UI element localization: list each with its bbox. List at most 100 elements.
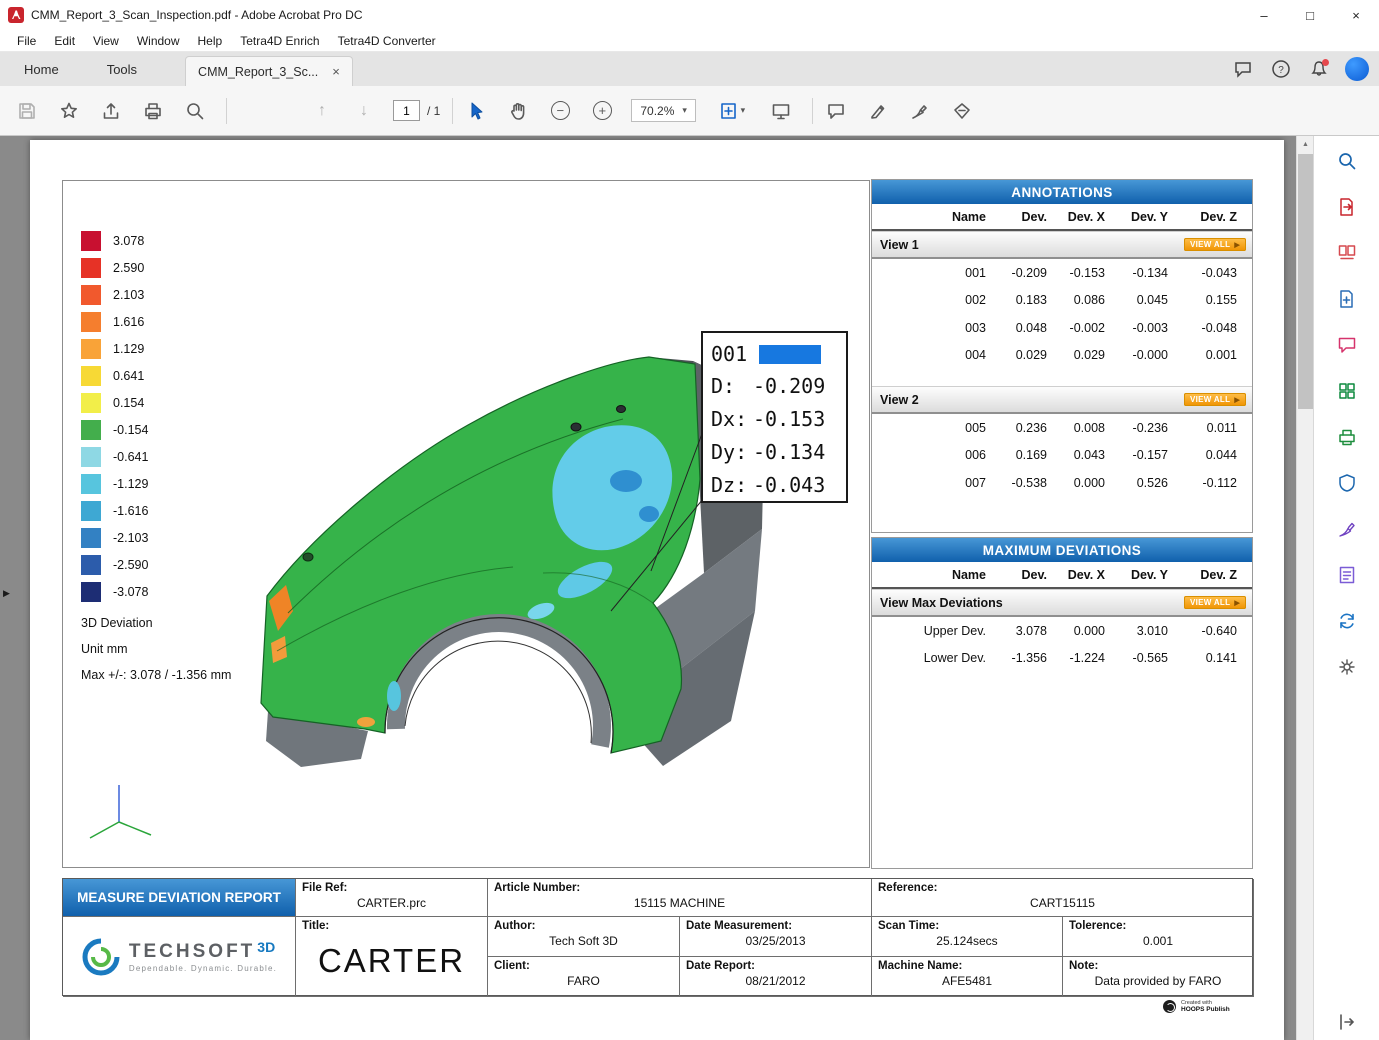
tab-tools[interactable]: Tools (83, 52, 161, 86)
callout-id: 001 (711, 342, 747, 366)
expand-tools-panel[interactable] (1313, 1012, 1379, 1032)
view1-rows: 001-0.209-0.153-0.134-0.0430020.1830.086… (872, 259, 1252, 369)
presentation-mode-icon[interactable] (768, 98, 794, 124)
table-cell: 0.044 (1168, 448, 1237, 462)
table-row: 007-0.5380.0000.526-0.112 (872, 469, 1252, 497)
export-pdf-icon[interactable] (1336, 196, 1358, 218)
feedback-bubble-icon[interactable] (1231, 57, 1255, 81)
zoom-out-icon[interactable]: − (547, 98, 573, 124)
scroll-up-icon[interactable]: ▲ (1297, 136, 1313, 152)
table-cell: -0.209 (986, 266, 1047, 280)
scrollbar-thumb[interactable] (1298, 154, 1313, 409)
callout-key: Dx: (711, 407, 753, 431)
field-note: Note: Data provided by FARO (1063, 957, 1254, 997)
stamp-tool-icon[interactable] (949, 98, 975, 124)
field-date-measurement: Date Measurement: 03/25/2013 (680, 917, 872, 957)
legend-item: -0.154 (81, 420, 301, 440)
menu-tetra4d-enrich[interactable]: Tetra4D Enrich (231, 30, 328, 52)
hoops-logo-icon (1163, 1000, 1176, 1013)
tab-close-icon[interactable]: × (332, 64, 340, 79)
prepare-form-icon[interactable] (1336, 564, 1358, 586)
close-button[interactable]: × (1333, 0, 1379, 30)
col-name: Name (872, 568, 986, 582)
view1-view-all-button[interactable]: VIEW ALL ▶ (1184, 238, 1246, 251)
table-row: 0020.1830.0860.0450.155 (872, 287, 1252, 315)
organize-pages-icon[interactable] (1336, 242, 1358, 264)
highlight-tool-icon[interactable] (865, 98, 891, 124)
hand-tool-icon[interactable] (505, 98, 531, 124)
sign-tool-icon[interactable] (907, 98, 933, 124)
legend-unit: Unit mm (81, 636, 301, 662)
left-panel-expand-handle[interactable]: ▶ (0, 579, 13, 607)
menu-bar: File Edit View Window Help Tetra4D Enric… (0, 30, 1379, 52)
table-cell: 0.011 (1168, 421, 1237, 435)
favorite-star-icon[interactable] (56, 98, 82, 124)
save-icon[interactable] (14, 98, 40, 124)
max-deviations-view-all-button[interactable]: VIEW ALL ▶ (1184, 596, 1246, 609)
brand-3d: 3D (257, 939, 275, 955)
tab-document-label: CMM_Report_3_Sc... (198, 65, 318, 79)
tab-home[interactable]: Home (0, 52, 83, 86)
search-tools-icon[interactable] (1336, 150, 1358, 172)
select-tool-icon[interactable] (463, 98, 489, 124)
previous-page-icon[interactable]: ↑ (309, 98, 335, 124)
legend-value: 1.129 (113, 342, 144, 356)
max-deviations-section-label: View Max Deviations (880, 596, 1003, 610)
maximize-button[interactable]: □ (1287, 0, 1333, 30)
notifications-bell-icon[interactable] (1307, 57, 1331, 81)
table-row: 001-0.209-0.153-0.134-0.043 (872, 259, 1252, 287)
toolbar-separator (226, 98, 227, 124)
toolbar-separator (452, 98, 453, 124)
legend-item: -3.078 (81, 582, 301, 602)
legend-item: -2.590 (81, 555, 301, 575)
zoom-level-dropdown[interactable]: 70.2% ▾ (631, 99, 696, 122)
help-icon[interactable]: ? (1269, 57, 1293, 81)
menu-tetra4d-converter[interactable]: Tetra4D Converter (329, 30, 445, 52)
legend-value: 1.616 (113, 315, 144, 329)
next-page-icon[interactable]: ↓ (351, 98, 377, 124)
table-cell: 0.029 (986, 348, 1047, 362)
more-tools-icon[interactable] (1336, 656, 1358, 678)
table-cell: -0.236 (1105, 421, 1168, 435)
3d-model-view[interactable]: 3.0782.5902.1031.6161.1290.6410.154-0.15… (62, 180, 870, 868)
menu-edit[interactable]: Edit (45, 30, 84, 52)
menu-file[interactable]: File (8, 30, 45, 52)
page-display-dropdown[interactable]: ▾ (712, 98, 752, 124)
combine-files-icon[interactable] (1336, 380, 1358, 402)
menu-help[interactable]: Help (189, 30, 232, 52)
main-toolbar: ↑ ↓ / 1 − + 70.2% ▾ ▾ (0, 86, 1379, 136)
find-icon[interactable] (182, 98, 208, 124)
table-cell: 004 (872, 348, 986, 362)
legend-value: -1.616 (113, 504, 148, 518)
tab-document[interactable]: CMM_Report_3_Sc... × (185, 56, 353, 86)
document-viewport[interactable]: 3.0782.5902.1031.6161.1290.6410.154-0.15… (0, 136, 1313, 1040)
menu-view[interactable]: View (84, 30, 128, 52)
vertical-scrollbar[interactable]: ▲ (1296, 136, 1313, 1040)
callout-line: D:-0.209 (711, 369, 838, 402)
table-cell: 006 (872, 448, 986, 462)
send-for-review-icon[interactable] (1336, 610, 1358, 632)
title-block: MEASURE DEVIATION REPORT TECHSOFT 3D Dep… (62, 878, 1253, 996)
deviation-legend: 3.0782.5902.1031.6161.1290.6410.154-0.15… (81, 231, 301, 688)
fill-sign-icon[interactable] (1336, 518, 1358, 540)
create-pdf-icon[interactable] (1336, 288, 1358, 310)
minimize-button[interactable]: – (1241, 0, 1287, 30)
menu-window[interactable]: Window (128, 30, 189, 52)
page-number-input[interactable] (393, 100, 420, 121)
table-cell: Upper Dev. (872, 624, 986, 638)
comment-panel-icon[interactable] (1336, 334, 1358, 356)
legend-swatch (81, 312, 101, 332)
view2-view-all-button[interactable]: VIEW ALL ▶ (1184, 393, 1246, 406)
print-icon[interactable] (140, 98, 166, 124)
share-upload-icon[interactable] (98, 98, 124, 124)
zoom-in-icon[interactable]: + (589, 98, 615, 124)
protect-icon[interactable] (1336, 472, 1358, 494)
scan-ocr-icon[interactable] (1336, 426, 1358, 448)
legend-item: -2.103 (81, 528, 301, 548)
field-date-report: Date Report: 08/21/2012 (680, 957, 872, 997)
comment-tool-icon[interactable] (823, 98, 849, 124)
account-avatar[interactable] (1345, 57, 1369, 81)
legend-item: 2.103 (81, 285, 301, 305)
callout-key: Dy: (711, 440, 753, 464)
legend-item: 0.641 (81, 366, 301, 386)
